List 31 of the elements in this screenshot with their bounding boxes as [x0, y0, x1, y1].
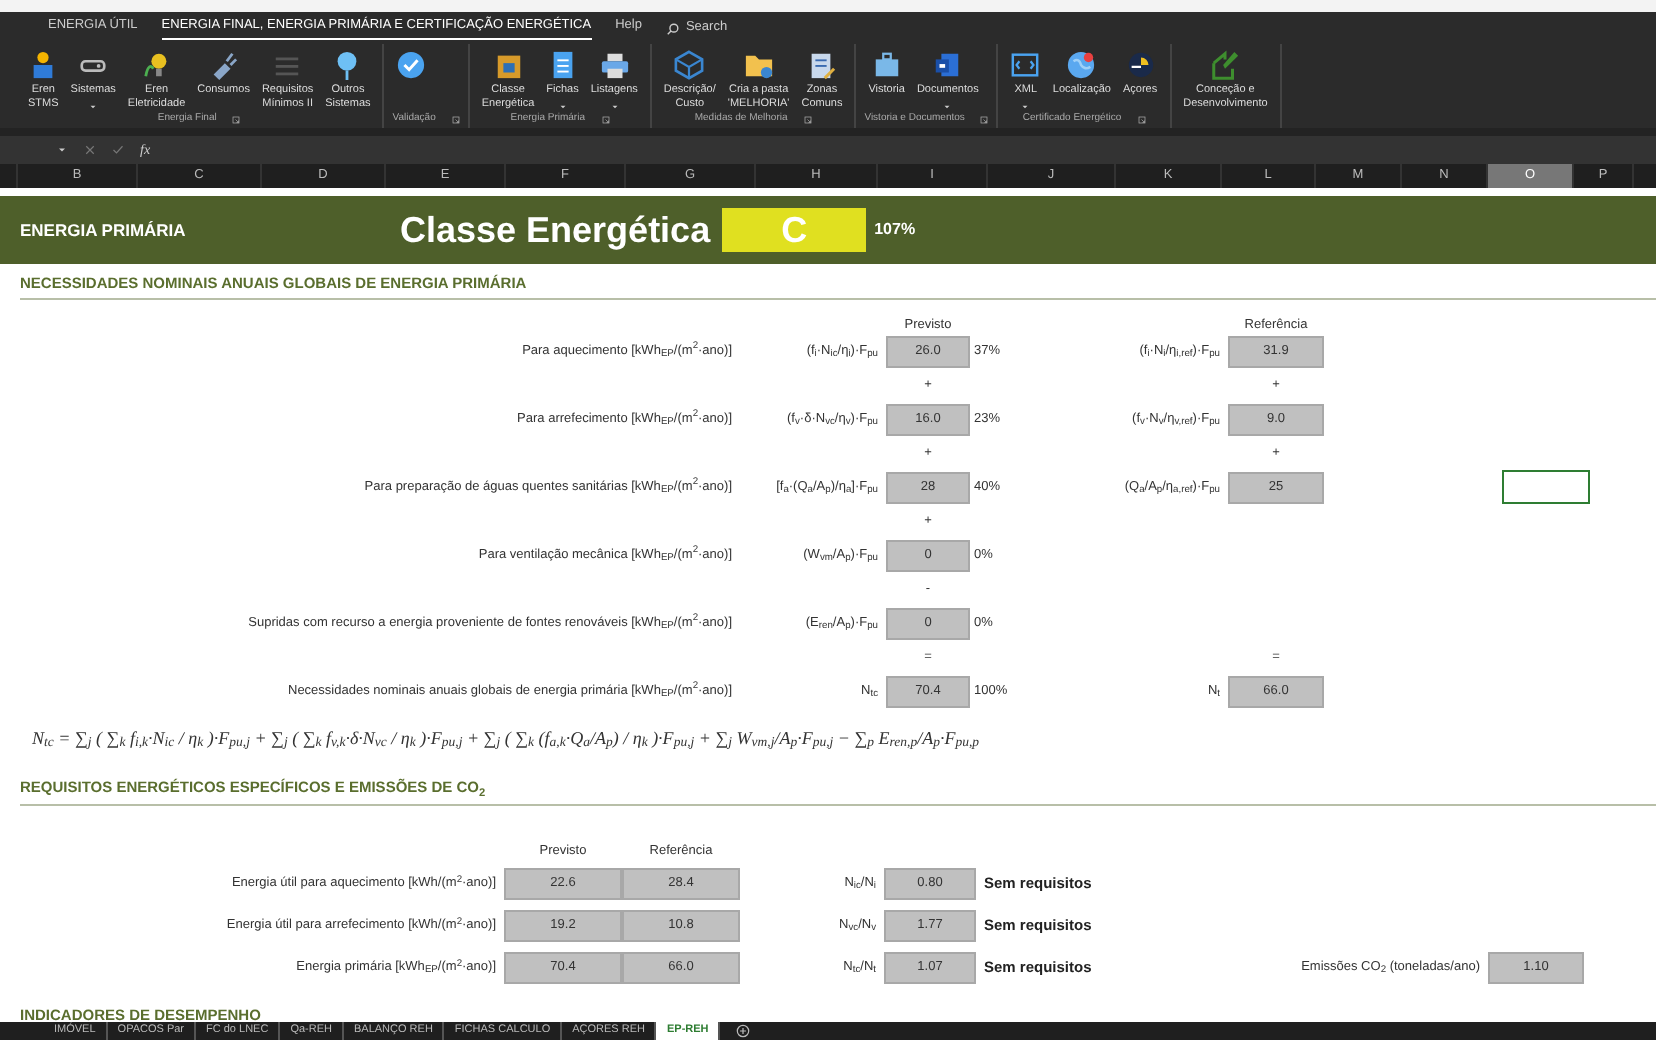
- dialog-launcher-icon[interactable]: [232, 115, 241, 124]
- class-percent: 107%: [874, 218, 916, 242]
- add-sheet-icon[interactable]: [736, 1023, 751, 1037]
- sphere-icon: [1125, 50, 1156, 80]
- dialog-launcher-icon[interactable]: [980, 115, 989, 124]
- dialog-launcher-icon[interactable]: [803, 115, 812, 124]
- building-icon: [493, 50, 523, 80]
- search-icon: [665, 21, 680, 35]
- equation: N$_{tc}$ = ∑$_{j}$ ( ∑$_{k}$ f$_{i,k}$·N$_{ic}$ / η$_{k}$ )·F$_{pu,j}$ + ∑$_{j}$ ( ∑$_{k}$ f$_{v,k}$·δ·N$_{vc}$ / η$_{k}$ )·F$_{pu,j}$ + ∑$_{j}$ ( ∑$_{k}$ (f$_{a,k}$·Q$_{a}$/A$_{p}$) / η$_{k}$ )·F$_{pu,j}$ + ∑$_{j}$ W$_{vm,j}$/A$_{p}$·F$_{pu,j}$ − ∑$_{p}$ E$_{ren,p}$/A$_{p}$·F$_{pu,p}$: [32, 725, 980, 752]
- dialog-launcher-icon[interactable]: [1137, 115, 1146, 124]
- plug-icon: [208, 50, 239, 80]
- dialog-launcher-icon[interactable]: [451, 115, 460, 123]
- dropdown-caret-icon[interactable]: [56, 144, 68, 156]
- printer-icon: [599, 50, 630, 80]
- banner-title: ENERGIA PRIMÁRIA: [18, 217, 188, 243]
- edit-icon: [1210, 50, 1241, 80]
- bulb-icon: [141, 50, 172, 80]
- cancel-icon[interactable]: [84, 144, 96, 156]
- class-label: Classe Energética: [400, 207, 711, 254]
- energy-class: C: [722, 208, 867, 252]
- selected-cell[interactable]: [1502, 470, 1590, 505]
- clipboard-icon: [806, 50, 837, 80]
- check-icon: [396, 50, 427, 80]
- folder-icon: [743, 50, 774, 80]
- briefcase-icon: [871, 50, 902, 80]
- globe-icon: [1066, 50, 1097, 80]
- cube-icon: [674, 50, 705, 80]
- dialog-launcher-icon[interactable]: [601, 115, 609, 124]
- enter-icon[interactable]: [112, 144, 124, 156]
- code-icon: [1010, 50, 1041, 80]
- document-icon: [932, 50, 963, 80]
